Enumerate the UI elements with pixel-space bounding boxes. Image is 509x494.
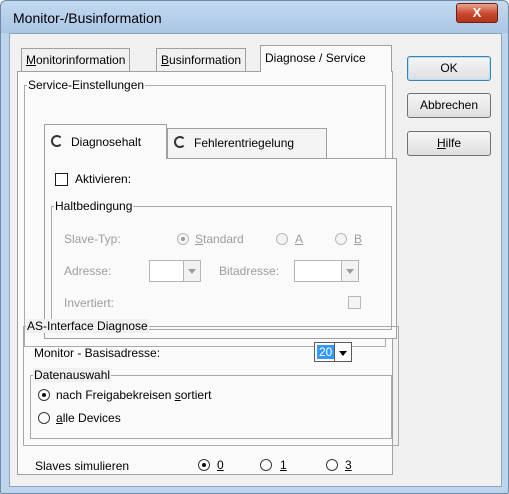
alle-devices-radio[interactable] xyxy=(38,412,50,424)
close-button[interactable]: X xyxy=(456,3,498,23)
haltbedingung-group: Haltbedingung Slave-Typ: Standard A B Ad… xyxy=(51,199,392,330)
as-interface-title: AS-Interface Diagnose xyxy=(26,319,149,333)
monitor-basisadresse-value: 20 xyxy=(317,345,335,359)
abbrechen-button[interactable]: Abbrechen xyxy=(407,93,491,118)
subtab-fehlerentriegelung[interactable]: Fehlerentriegelung xyxy=(167,128,327,158)
title-bar[interactable]: Monitor-/Businformation X xyxy=(1,1,508,33)
slave-typ-standard-label: Standard xyxy=(195,232,244,246)
dialog-window: Monitor-/Businformation X Monitorinforma… xyxy=(0,0,509,494)
datenauswahl-title: Datenauswahl xyxy=(33,368,112,382)
haltbedingung-title: Haltbedingung xyxy=(54,199,134,213)
bitadresse-combobox[interactable] xyxy=(294,260,359,282)
aktivieren-label: Aktivieren: xyxy=(75,172,132,186)
monitor-basisadresse-label: Monitor - Basisadresse: xyxy=(34,346,161,360)
slaves-3-radio[interactable] xyxy=(326,459,338,471)
diagnosehalt-panel: Aktivieren: Haltbedingung Slave-Typ: Sta… xyxy=(44,158,397,339)
slaves-0-radio[interactable] xyxy=(198,459,210,471)
nach-freigabekreisen-radio[interactable] xyxy=(38,389,50,401)
slave-typ-standard-radio[interactable] xyxy=(177,233,189,245)
slave-typ-label: Slave-Typ: xyxy=(64,232,121,246)
tab-businformation[interactable]: Businformation xyxy=(156,48,247,71)
bitadresse-label: Bitadresse: xyxy=(219,264,280,278)
chevron-down-icon[interactable] xyxy=(183,261,200,281)
slaves-1-radio[interactable] xyxy=(260,459,272,471)
as-interface-diagnose-group: AS-Interface Diagnose Monitor - Basisadr… xyxy=(23,319,399,446)
slave-typ-b-radio[interactable] xyxy=(335,233,347,245)
hilfe-button[interactable]: Hilfe xyxy=(407,131,491,156)
slave-typ-a-label: A xyxy=(295,232,304,246)
adresse-label: Adresse: xyxy=(64,264,112,278)
wrench-icon xyxy=(174,136,186,148)
slaves-0-label: 0 xyxy=(217,458,224,472)
datenauswahl-group: Datenauswahl nach Freigabekreisen sortie… xyxy=(30,368,392,439)
dialog-client: Monitorinformation Businformation Diagno… xyxy=(9,33,502,487)
chevron-down-icon[interactable] xyxy=(341,261,358,281)
subtab-diagnosehalt[interactable]: Diagnosehalt xyxy=(44,124,167,159)
slaves-1-label: 1 xyxy=(280,458,287,472)
close-icon: X xyxy=(472,5,482,20)
adresse-combobox[interactable] xyxy=(149,260,201,282)
slaves-3-label: 3 xyxy=(345,458,352,472)
alle-devices-label: alle Devices xyxy=(56,411,121,425)
ok-button[interactable]: OK xyxy=(407,56,491,81)
slave-typ-b-label: B xyxy=(354,232,363,246)
monitor-basisadresse-select[interactable]: 20 xyxy=(314,342,352,362)
slave-typ-a-radio[interactable] xyxy=(276,233,288,245)
window-title: Monitor-/Businformation xyxy=(13,10,162,26)
invertiert-label: Invertiert: xyxy=(64,296,115,310)
tab-diagnose-service[interactable]: Diagnose / Service xyxy=(260,45,392,72)
service-einstellungen-title: Service-Einstellungen xyxy=(27,78,146,92)
chevron-down-icon[interactable] xyxy=(334,343,351,361)
invertiert-checkbox[interactable] xyxy=(348,296,361,309)
slaves-simulieren-label: Slaves simulieren xyxy=(35,459,130,473)
aktivieren-checkbox[interactable] xyxy=(55,173,68,186)
tab-monitorinformation[interactable]: Monitorinformation xyxy=(21,48,131,71)
nach-freigabekreisen-label: nach Freigabekreisen sortiert xyxy=(56,388,212,402)
wrench-icon xyxy=(51,135,63,147)
